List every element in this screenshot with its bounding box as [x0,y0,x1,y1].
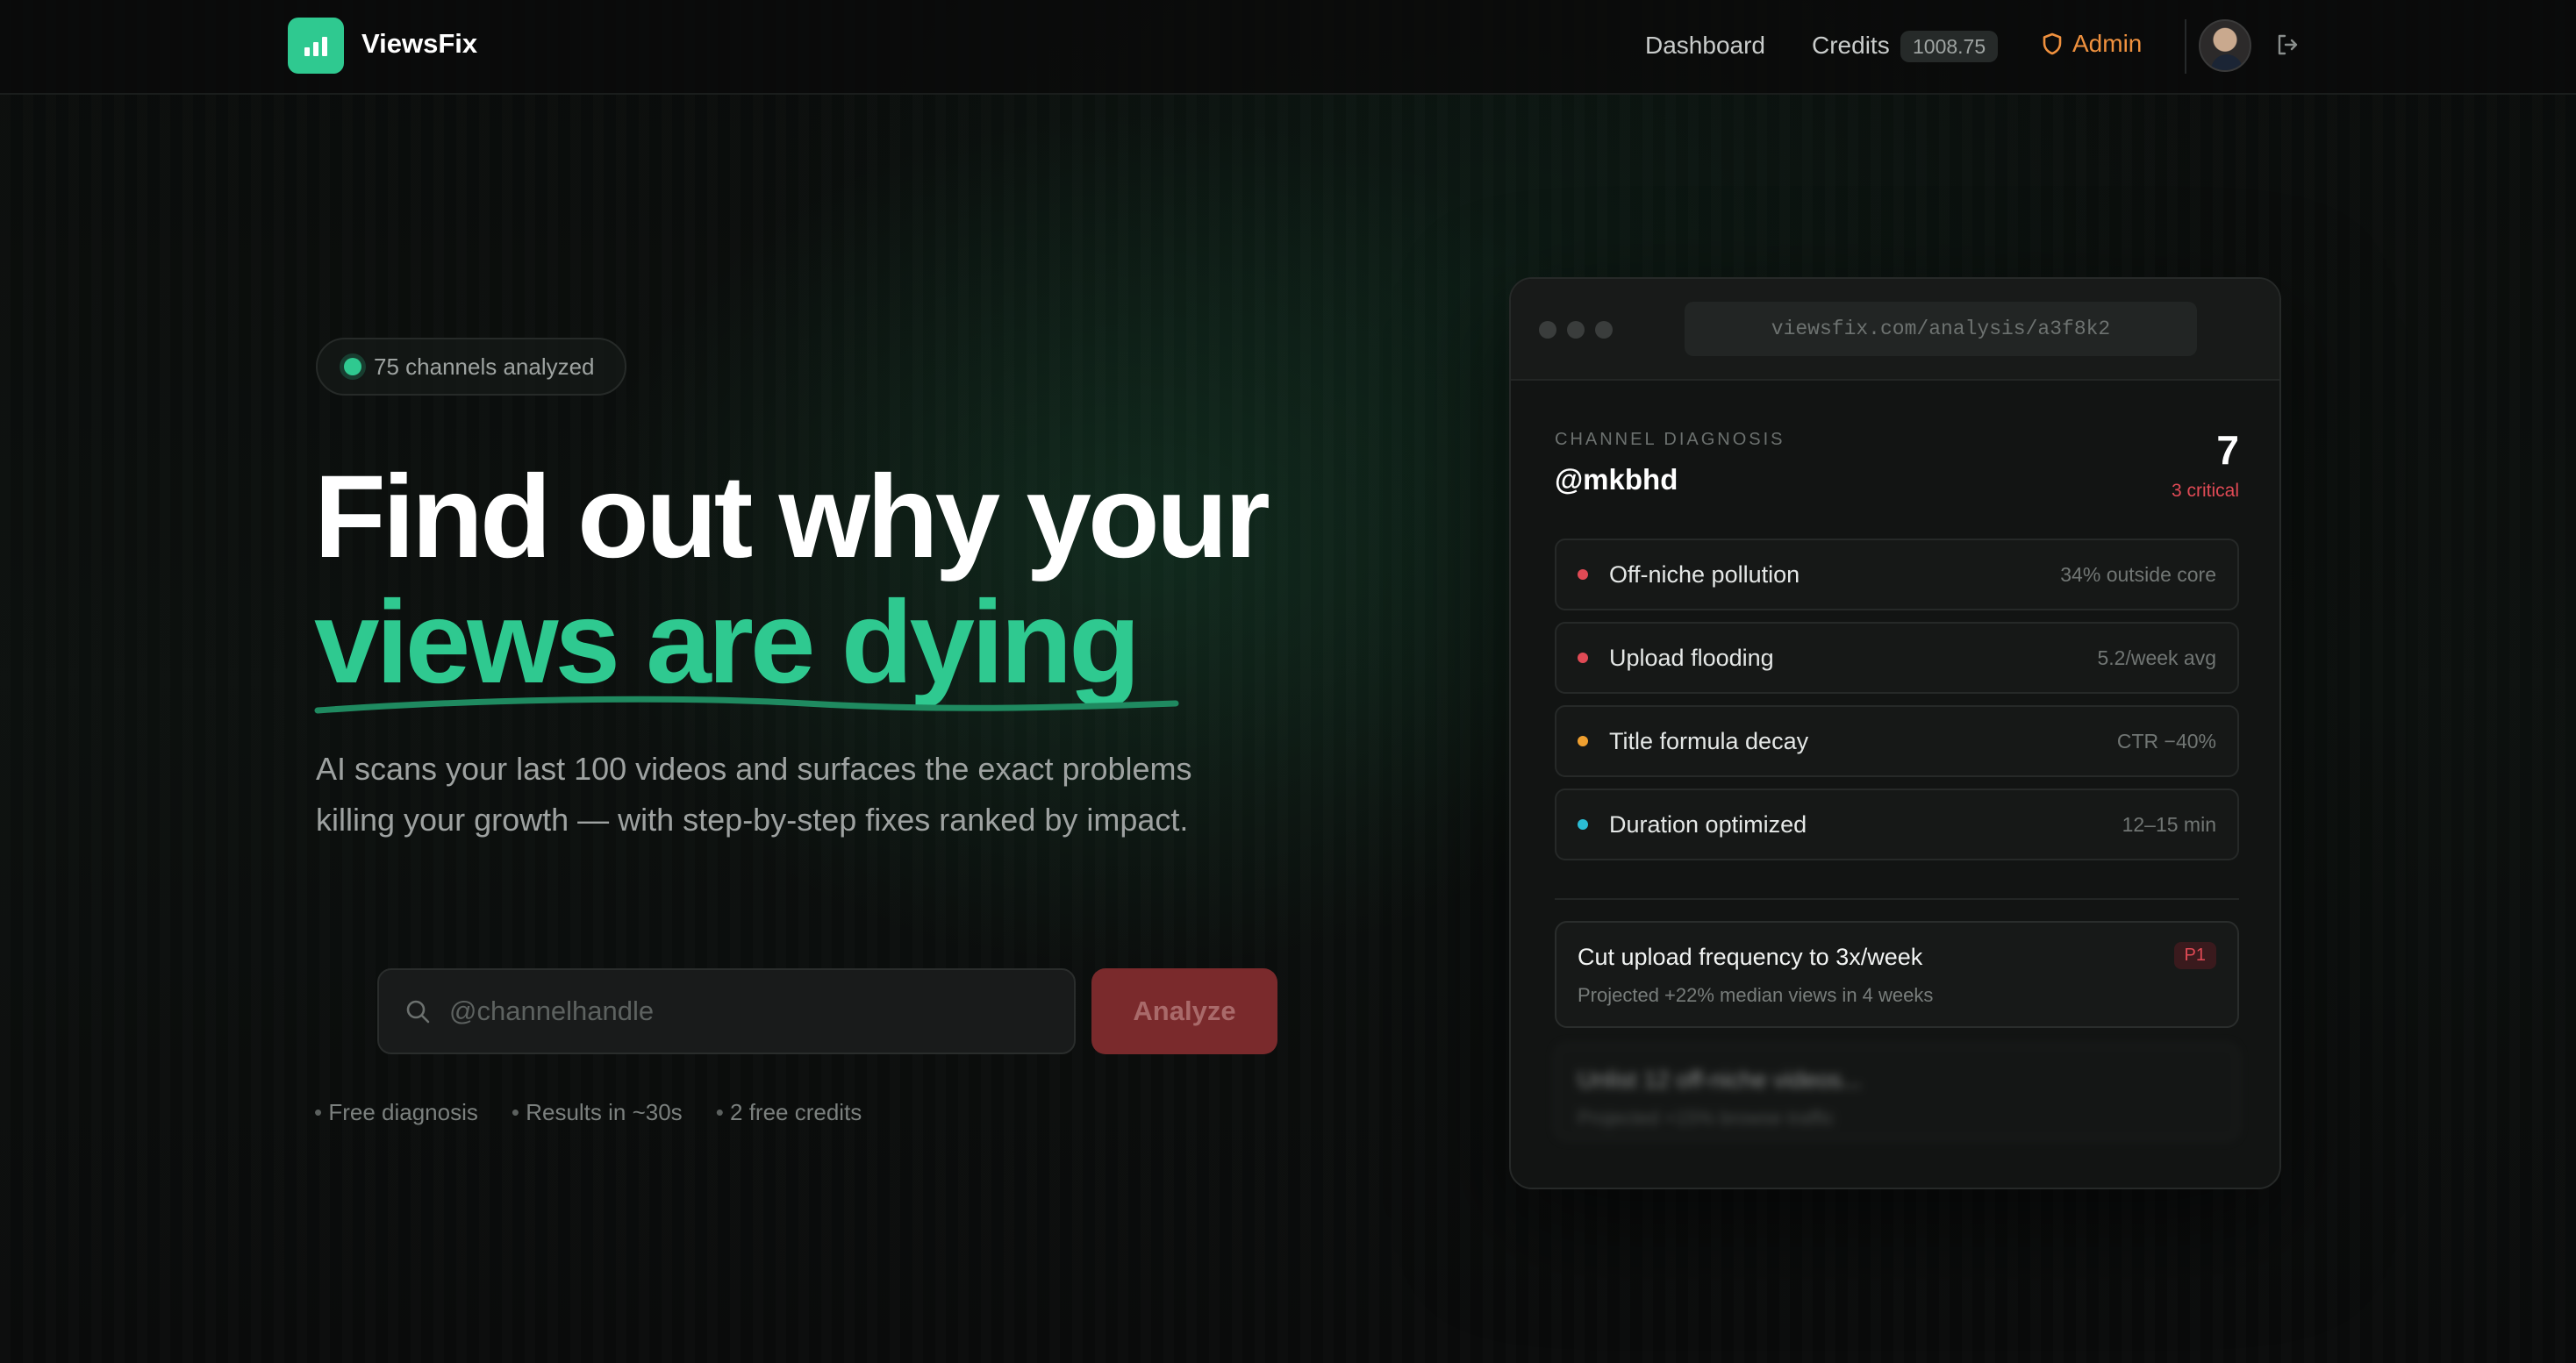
issue-name: Title formula decay [1609,727,1809,754]
fix-recommendation-blurred: Unlist 12 off-niche videos... Projected … [1555,1044,2239,1140]
issue-metric: 12–15 min [2122,812,2216,836]
channel-search-box[interactable] [377,968,1076,1054]
preview-url: viewsfix.com/analysis/a3f8k2 [1685,302,2197,356]
critical-count: 3 critical [2171,481,2239,501]
issue-metric: CTR −40% [2116,729,2216,753]
severity-dot-icon [1578,569,1588,580]
fix-title: Cut upload frequency to 3x/week [1578,944,1923,970]
issue-row: Title formula decay CTR −40% [1555,705,2239,777]
hero-subtitle: AI scans your last 100 videos and surfac… [316,751,1192,838]
issue-name: Off-niche pollution [1609,560,1800,588]
nav-divider [2185,19,2186,74]
issue-row: Upload flooding 5.2/week avg [1555,622,2239,694]
nav-admin-link[interactable]: Admin [2043,30,2142,58]
feature-item: Free diagnosis [314,1099,478,1126]
headline-line-1: Find out why your [314,452,1270,582]
issue-metric: 5.2/week avg [2097,646,2216,669]
credits-balance-badge: 1008.75 [1900,31,1999,62]
severity-dot-icon [1578,736,1588,746]
logout-icon[interactable] [2274,32,2301,58]
issue-row: Duration optimized 12–15 min [1555,789,2239,860]
top-nav: ViewsFix Dashboard Credits 1008.75 Admin [0,0,2576,95]
fix-title: Unlist 12 off-niche videos... [1578,1067,1862,1093]
window-dot-icon [1539,321,1556,339]
feature-item: Results in ~30s [512,1099,682,1126]
nav-dashboard-link[interactable]: Dashboard [1645,32,1765,60]
shield-icon [2043,32,2062,55]
feature-item: 2 free credits [716,1099,862,1126]
card-divider [1555,898,2239,900]
fix-recommendation: Cut upload frequency to 3x/week Projecte… [1555,921,2239,1028]
headline-underline [314,696,1179,714]
pill-text: 75 channels analyzed [374,353,595,380]
analyze-button[interactable]: Analyze [1091,968,1277,1054]
severity-dot-icon [1578,653,1588,663]
nav-credits-link[interactable]: Credits [1812,32,1890,60]
priority-badge: P1 [2173,942,2216,969]
live-dot-icon [344,358,361,375]
window-dot-icon [1567,321,1585,339]
issue-name: Upload flooding [1609,644,1774,671]
issue-metric: 34% outside core [2060,562,2216,586]
brand-name[interactable]: ViewsFix [361,28,477,60]
severity-dot-icon [1578,819,1588,830]
channels-analyzed-pill: 75 channels analyzed [316,338,626,396]
channel-handle: @mkbhd [1555,463,1678,496]
logo-icon[interactable] [288,18,344,74]
fix-projection: Projected +15% browse traffic [1578,1107,1835,1129]
feature-list: Free diagnosis Results in ~30s 2 free cr… [314,1099,862,1126]
admin-label: Admin [2072,30,2143,57]
issue-row: Off-niche pollution 34% outside core [1555,539,2239,610]
avatar[interactable] [2199,19,2251,72]
channel-handle-input[interactable] [449,995,1046,1027]
headline-line-2: views are dying [314,577,1141,708]
search-icon [406,1000,430,1024]
analysis-preview-card: viewsfix.com/analysis/a3f8k2 CHANNEL DIA… [1509,277,2281,1189]
browser-bar: viewsfix.com/analysis/a3f8k2 [1511,279,2279,381]
window-dot-icon [1595,321,1613,339]
issue-name: Duration optimized [1609,810,1807,838]
fix-projection: Projected +22% median views in 4 weeks [1578,984,1934,1006]
diagnosis-label: CHANNEL DIAGNOSIS [1555,430,1785,449]
issue-count: 7 [2216,427,2239,473]
